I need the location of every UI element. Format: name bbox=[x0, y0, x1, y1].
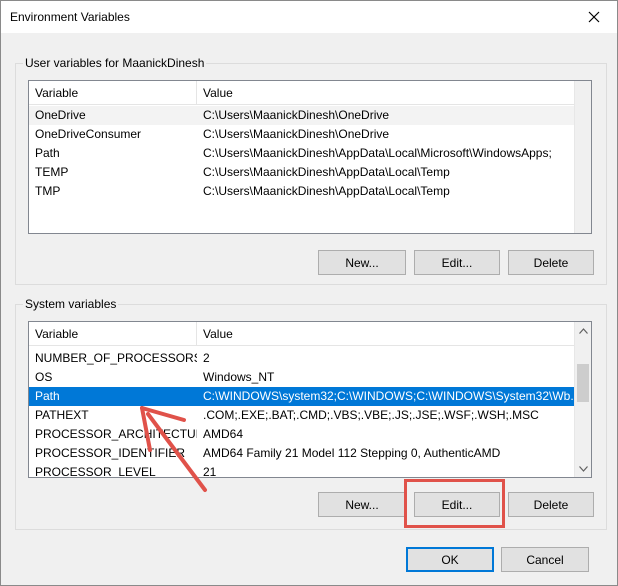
annotation-arrow-icon bbox=[140, 406, 207, 492]
